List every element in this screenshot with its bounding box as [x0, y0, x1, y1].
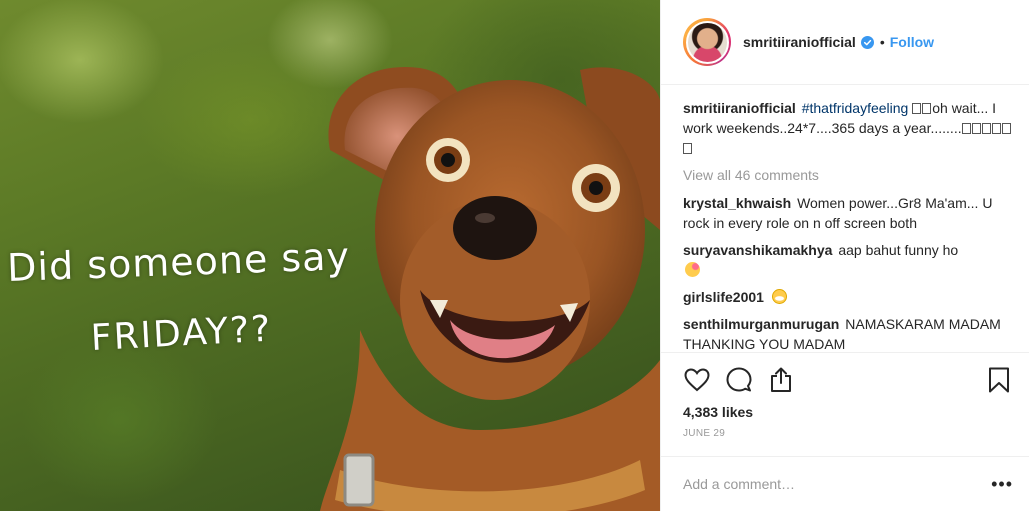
emoji-glyph-icon	[922, 103, 932, 114]
comment-button[interactable]	[725, 366, 753, 394]
post-header: smritiiraniofficial • Follow	[661, 0, 1029, 85]
emoji-glyph-icon	[981, 123, 991, 134]
post-photo[interactable]: Did someone say FRIDAY??	[0, 0, 660, 511]
story-ring[interactable]	[683, 18, 731, 66]
share-button[interactable]	[767, 366, 795, 394]
comment-username[interactable]: girlslife2001	[683, 289, 764, 305]
view-all-comments-link[interactable]: View all 46 comments	[683, 165, 1013, 185]
verified-badge-icon	[860, 35, 874, 49]
likes-count[interactable]: 4,383 likes	[683, 404, 1013, 420]
emoji-glyph-icon	[683, 143, 692, 154]
header-separator: •	[879, 34, 885, 50]
action-icons-row	[683, 365, 1013, 395]
comment-username[interactable]: senthilmurganmurugan	[683, 316, 839, 332]
comment-item: krystal_khwaish Women power...Gr8 Ma'am.…	[683, 193, 1013, 233]
instagram-post: Did someone say FRIDAY?? smritiiranioffi…	[0, 0, 1029, 511]
heart-icon	[684, 368, 710, 392]
comment-text: aap bahut funny ho	[838, 242, 959, 258]
comments-section: smritiiraniofficial #thatfridayfeeling o…	[661, 86, 1029, 352]
comment-username[interactable]: suryavanshikamakhya	[683, 242, 832, 258]
bookmark-icon	[989, 367, 1009, 393]
caption-username[interactable]: smritiiraniofficial	[683, 100, 796, 116]
comment-input[interactable]	[683, 476, 992, 492]
comment-item: senthilmurganmurugan NAMASKARAM MADAM TH…	[683, 314, 1013, 352]
share-icon	[771, 367, 791, 392]
caption-hashtag[interactable]: #thatfridayfeeling	[802, 100, 909, 116]
more-icon[interactable]: •••	[991, 475, 1013, 493]
emoji-glyph-icon	[971, 123, 981, 134]
emoji-glyph-icon	[991, 123, 1001, 134]
like-button[interactable]	[683, 366, 711, 394]
follow-button[interactable]: Follow	[890, 34, 934, 50]
post-caption: smritiiraniofficial #thatfridayfeeling o…	[683, 98, 1013, 158]
save-button[interactable]	[985, 366, 1013, 394]
comment-username[interactable]: krystal_khwaish	[683, 195, 791, 211]
post-side-panel: smritiiraniofficial • Follow smritiirani…	[660, 0, 1029, 511]
comment-item: girlslife2001	[683, 287, 1013, 307]
post-date[interactable]: JUNE 29	[683, 428, 1013, 439]
emoji-glyph-icon	[912, 103, 922, 114]
avatar[interactable]	[685, 20, 729, 64]
comment-item: suryavanshikamakhya aap bahut funny ho	[683, 240, 1013, 280]
emoji-glyph-icon	[961, 123, 971, 134]
emoji-glyph-icon	[1001, 123, 1011, 134]
kiss-emoji-icon	[685, 262, 700, 277]
header-username[interactable]: smritiiraniofficial	[743, 34, 856, 50]
comment-icon	[726, 367, 752, 392]
add-comment-bar: •••	[661, 456, 1029, 511]
post-actions: 4,383 likes JUNE 29	[661, 352, 1029, 439]
grin-emoji-icon	[771, 289, 787, 304]
